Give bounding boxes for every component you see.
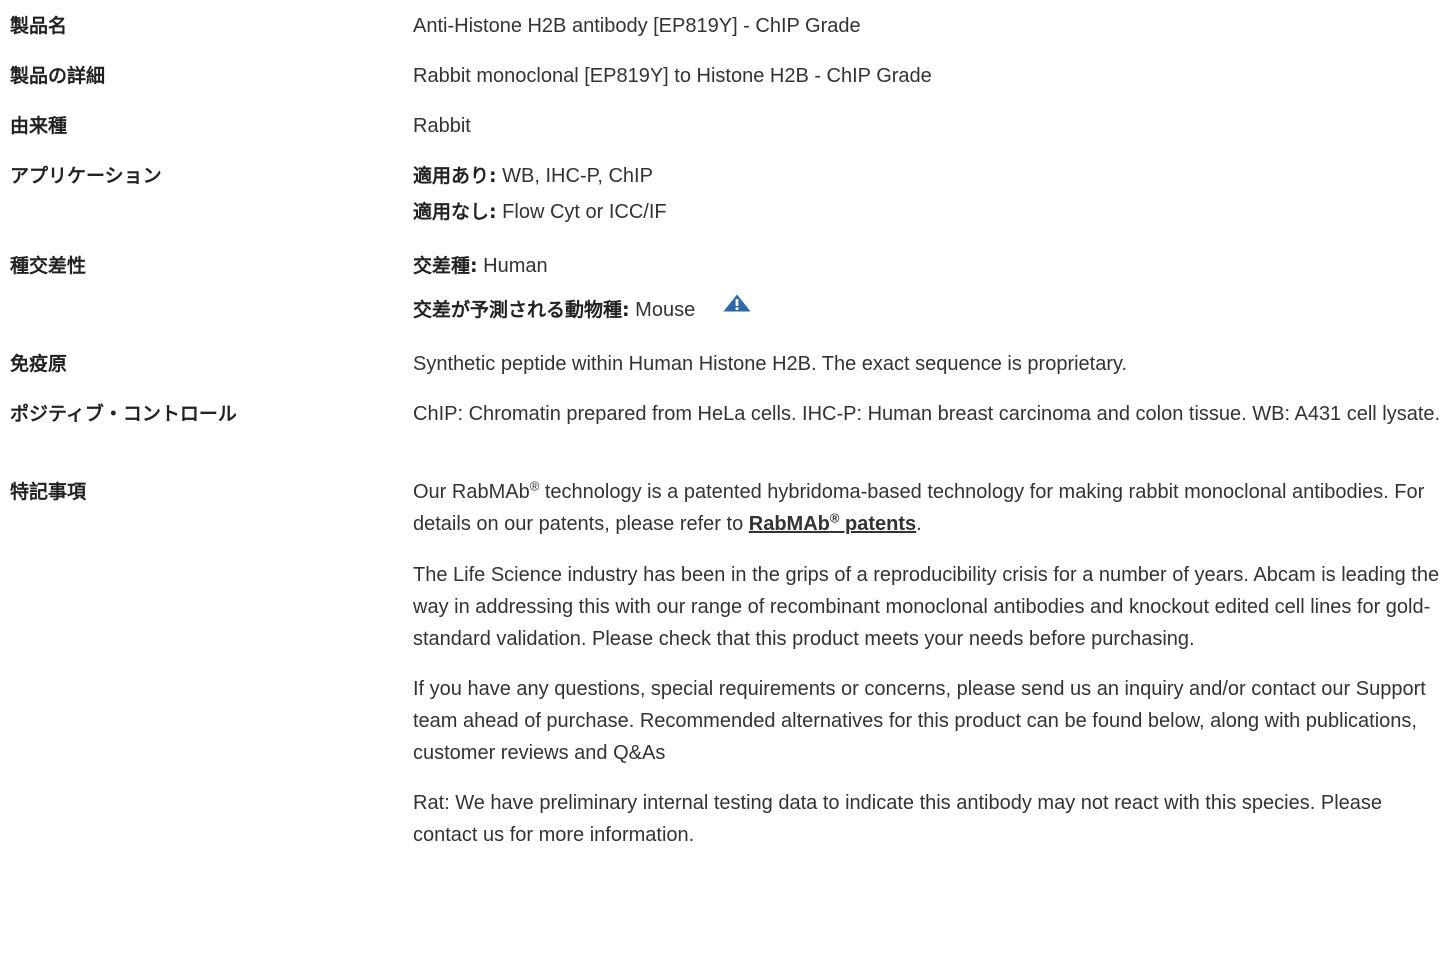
- notes-paragraph-questions: If you have any questions, special requi…: [413, 678, 1426, 764]
- row-product-details: 製品の詳細 Rabbit monoclonal [EP819Y] to Hist…: [0, 60, 1446, 110]
- row-immunogen: 免疫原 Synthetic peptide within Human Histo…: [0, 348, 1446, 398]
- applications-suitable: 適用あり: WB, IHC-P, ChIP: [413, 160, 1442, 192]
- rabmab-patents-link[interactable]: RabMAb® patents: [748, 511, 917, 535]
- warning-triangle-icon[interactable]: [723, 290, 751, 322]
- unsuitable-value: Flow Cyt or ICC/IF: [502, 201, 667, 223]
- reacts-label: 交差種:: [413, 255, 478, 277]
- host-species-value: Rabbit: [413, 115, 471, 137]
- general-notes-label: 特記事項: [10, 481, 87, 503]
- positive-control-label: ポジティブ・コントロール: [10, 403, 237, 425]
- species-reactivity-value: 交差種: Human 交差が予測される動物種: Mouse: [413, 250, 1446, 327]
- patents-link-text: RabMAb: [748, 513, 830, 535]
- notes-paragraph-reproducibility: The Life Science industry has been in th…: [413, 564, 1440, 650]
- row-species-reactivity: 種交差性 交差種: Human 交差が予測される動物種: Mouse: [0, 250, 1446, 348]
- notes-p1-before: Our RabMAb: [413, 481, 530, 503]
- reacts-with: 交差種: Human: [413, 250, 1442, 282]
- suitable-value: WB, IHC-P, ChIP: [502, 165, 653, 187]
- immunogen-label: 免疫原: [10, 353, 68, 375]
- notes-p1-end: .: [916, 513, 922, 535]
- host-species-label: 由来種: [10, 115, 68, 137]
- patents-link-suffix: patents: [839, 513, 917, 535]
- predicted-label: 交差が予測される動物種:: [413, 299, 630, 321]
- positive-control-value: ChIP: Chromatin prepared from HeLa cells…: [413, 403, 1441, 425]
- suitable-label: 適用あり:: [413, 165, 497, 187]
- row-host-species: 由来種 Rabbit: [0, 110, 1446, 160]
- notes-paragraph-rat: Rat: We have preliminary internal testin…: [413, 792, 1383, 846]
- applications-label: アプリケーション: [10, 165, 162, 187]
- reacts-value: Human: [483, 255, 548, 277]
- product-name-value: Anti-Histone H2B antibody [EP819Y] - ChI…: [413, 15, 861, 37]
- species-reactivity-label: 種交差性: [10, 255, 87, 277]
- product-details-value: Rabbit monoclonal [EP819Y] to Histone H2…: [413, 65, 932, 87]
- unsuitable-label: 適用なし:: [413, 201, 497, 223]
- general-notes-value: Our RabMAb® technology is a patented hyb…: [413, 476, 1446, 851]
- product-name-label: 製品名: [10, 15, 68, 37]
- row-applications: アプリケーション 適用あり: WB, IHC-P, ChIP 適用なし: Flo…: [0, 160, 1446, 250]
- product-details-label: 製品の詳細: [10, 65, 106, 87]
- applications-unsuitable: 適用なし: Flow Cyt or ICC/IF: [413, 196, 1442, 228]
- immunogen-value: Synthetic peptide within Human Histone H…: [413, 353, 1128, 375]
- predicted-to-work: 交差が予測される動物種: Mouse: [413, 294, 1442, 327]
- applications-value: 適用あり: WB, IHC-P, ChIP 適用なし: Flow Cyt or …: [413, 160, 1446, 228]
- registered-mark: ®: [529, 478, 540, 494]
- predicted-value: Mouse: [635, 299, 696, 321]
- row-positive-control: ポジティブ・コントロール ChIP: Chromatin prepared fr…: [0, 398, 1446, 476]
- product-spec-table: 製品名 Anti-Histone H2B antibody [EP819Y] -…: [0, 0, 1446, 851]
- row-general-notes: 特記事項 Our RabMAb® technology is a patente…: [0, 476, 1446, 851]
- row-product-name: 製品名 Anti-Histone H2B antibody [EP819Y] -…: [0, 10, 1446, 60]
- notes-paragraph-rabmab: Our RabMAb® technology is a patented hyb…: [413, 476, 1442, 540]
